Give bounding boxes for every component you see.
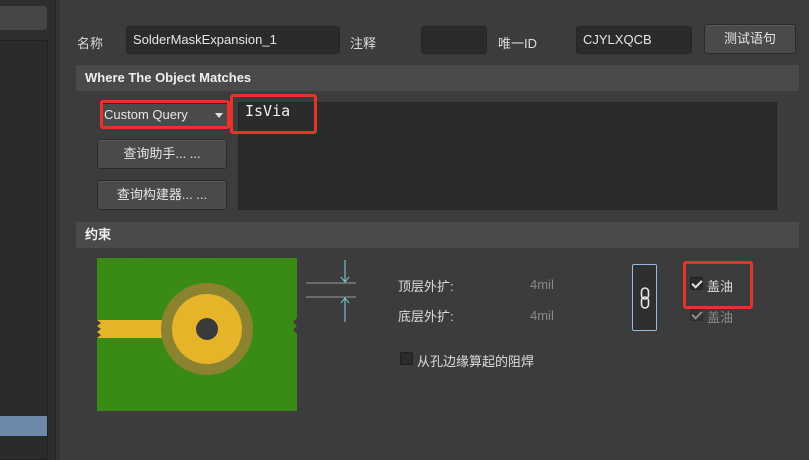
tent-bottom-label: 盖油 (707, 310, 734, 325)
uid-label: 唯一ID (498, 36, 538, 51)
from-hole-edge-label: 从孔边缘算起的阻焊 (417, 354, 535, 369)
via-mask-diagram (97, 256, 356, 413)
query-text: IsVia (245, 102, 291, 120)
query-editor[interactable] (238, 102, 777, 210)
rule-editor: 名称 SolderMaskExpansion_1 注释 唯一ID CJYLXQC… (60, 0, 809, 460)
uid-input[interactable]: CJYLXQCB (576, 26, 692, 54)
chevron-down-icon (215, 113, 223, 118)
query-type-value: Custom Query (104, 107, 188, 122)
query-helper-button[interactable]: 查询助手... ... (97, 139, 227, 169)
top-expansion-value[interactable]: 4mil (530, 277, 554, 292)
from-hole-edge-checkbox[interactable] (400, 352, 413, 365)
comment-label: 注释 (350, 36, 377, 51)
query-type-dropdown[interactable]: Custom Query (100, 103, 228, 127)
rules-tree[interactable] (0, 40, 48, 460)
link-icon (640, 287, 650, 309)
name-label: 名称 (77, 36, 104, 51)
constraints-section-header: 约束 (76, 222, 799, 248)
name-input[interactable]: SolderMaskExpansion_1 (126, 26, 340, 54)
tent-top-label: 盖油 (707, 279, 734, 294)
top-expansion-label: 顶层外扩: (398, 279, 454, 294)
via-hole (196, 318, 218, 340)
bottom-expansion-value[interactable]: 4mil (530, 308, 554, 323)
bottom-expansion-label: 底层外扩: (398, 309, 454, 324)
tent-bottom-checkbox[interactable] (690, 308, 703, 321)
tent-top-checkbox[interactable] (690, 277, 703, 290)
comment-input[interactable] (421, 26, 487, 54)
query-builder-button[interactable]: 查询构建器... ... (97, 180, 227, 210)
link-values-button[interactable] (632, 264, 657, 331)
selected-rule-row[interactable] (0, 416, 47, 436)
test-query-button[interactable]: 测试语句 (704, 24, 796, 54)
left-panel (0, 0, 55, 460)
where-section-header: Where The Object Matches (76, 65, 799, 91)
left-panel-tab[interactable] (0, 6, 47, 30)
